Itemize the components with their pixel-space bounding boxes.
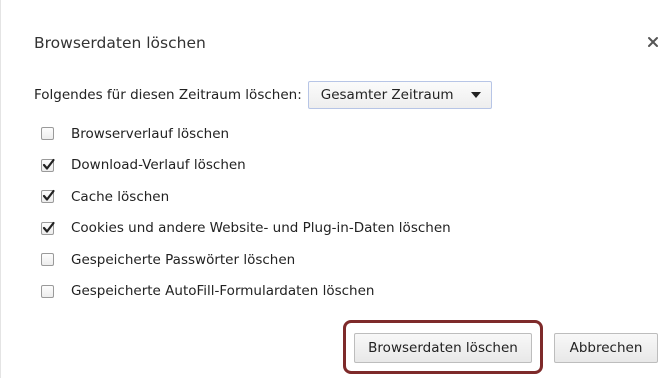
dialog-title: Browserdaten löschen [34,34,206,52]
option-cache[interactable]: Cache löschen [41,181,451,213]
dialog-header: Browserdaten löschen [1,0,672,86]
option-label: Gespeicherte Passwörter löschen [71,251,296,268]
clear-options-list: Browserverlauf löschen Download-Verlauf … [41,118,451,307]
option-label: Browserverlauf löschen [71,125,230,142]
clear-browsing-data-dialog: Browserdaten löschen Folgendes für diese… [0,0,672,378]
checkmark-icon [42,190,55,201]
option-download-history[interactable]: Download-Verlauf löschen [41,150,451,182]
option-passwords[interactable]: Gespeicherte Passwörter löschen [41,244,451,276]
checkmark-icon [42,221,55,233]
checkbox-browsing-history[interactable] [41,127,54,141]
close-icon[interactable] [645,34,661,50]
checkbox-passwords[interactable] [41,253,54,267]
checkmark-icon [42,158,55,170]
checkbox-cache[interactable] [41,190,55,204]
time-range-row: Folgendes für diesen Zeitraum löschen: G… [34,80,492,110]
option-label: Cookies und andere Website- und Plug-in-… [71,220,451,237]
option-label: Cache löschen [71,188,170,205]
checkbox-cookies[interactable] [41,221,55,235]
time-range-select[interactable]: Gesamter Zeitraum [307,81,492,109]
option-label: Download-Verlauf löschen [71,157,246,174]
checkbox-download-history[interactable] [41,158,55,172]
time-range-label: Folgendes für diesen Zeitraum löschen: [34,87,302,103]
cancel-button[interactable]: Abbrechen [554,333,658,363]
option-autofill[interactable]: Gespeicherte AutoFill-Formulardaten lösc… [41,276,451,308]
option-cookies[interactable]: Cookies und andere Website- und Plug-in-… [41,213,451,245]
time-range-value: Gesamter Zeitraum [320,87,454,103]
caret-down-icon [470,92,481,98]
option-label: Gespeicherte AutoFill-Formulardaten lösc… [71,283,375,300]
checkbox-autofill[interactable] [41,284,54,298]
option-browsing-history[interactable]: Browserverlauf löschen [41,118,451,150]
clear-browsing-data-button[interactable]: Browserdaten löschen [354,333,532,363]
